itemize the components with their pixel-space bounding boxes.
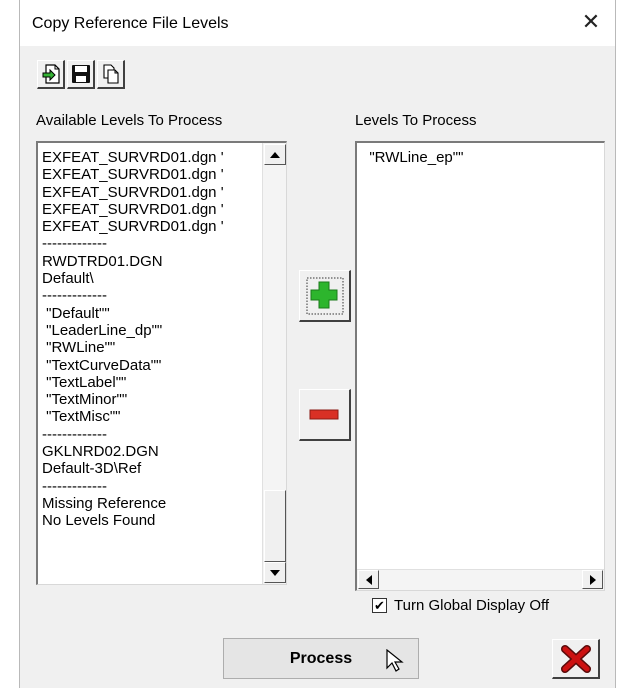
dialog-window: Copy Reference File Levels ✕ Available L…	[19, 0, 616, 688]
list-item[interactable]: "LeaderLine_dp""	[42, 322, 260, 339]
horizontal-scrollbar[interactable]	[357, 569, 604, 590]
mouse-cursor-icon	[386, 649, 404, 672]
list-item[interactable]: "RWLine""	[42, 339, 260, 356]
arrow-right-icon	[589, 574, 596, 585]
list-item[interactable]: "TextMinor""	[42, 391, 260, 408]
list-item[interactable]: RWDTRD01.DGN	[42, 253, 260, 270]
levels-to-process-list: "RWLine_ep""	[361, 149, 600, 166]
list-item[interactable]: -------------	[42, 478, 260, 495]
list-item[interactable]: -------------	[42, 235, 260, 252]
add-level-button[interactable]	[299, 270, 351, 322]
import-arrow-icon	[42, 64, 60, 84]
process-button[interactable]: Process	[223, 638, 419, 679]
list-item[interactable]: "Default""	[42, 305, 260, 322]
list-item[interactable]: EXFEAT_SURVRD01.dgn '	[42, 201, 260, 218]
arrow-down-icon	[270, 569, 280, 576]
list-item[interactable]: "RWLine_ep""	[361, 149, 600, 166]
list-item[interactable]: GKLNRD02.DGN	[42, 443, 260, 460]
list-item[interactable]: "TextLabel""	[42, 374, 260, 391]
title-bar: Copy Reference File Levels ✕	[20, 0, 615, 46]
remove-level-button[interactable]	[299, 389, 351, 441]
vertical-scrollbar[interactable]	[262, 143, 286, 584]
list-item[interactable]: EXFEAT_SURVRD01.dgn '	[42, 218, 260, 235]
scroll-up-button[interactable]	[264, 144, 286, 165]
list-item[interactable]: -------------	[42, 426, 260, 443]
levels-to-process-listbox[interactable]: "RWLine_ep""	[355, 141, 605, 591]
list-item[interactable]: EXFEAT_SURVRD01.dgn '	[42, 149, 260, 166]
list-item[interactable]: EXFEAT_SURVRD01.dgn '	[42, 184, 260, 201]
scroll-down-button[interactable]	[264, 562, 286, 583]
available-levels-label: Available Levels To Process	[36, 112, 223, 129]
scroll-right-button[interactable]	[582, 570, 603, 589]
scroll-left-button[interactable]	[358, 570, 379, 589]
list-item[interactable]: "TextMisc""	[42, 408, 260, 425]
arrow-left-icon	[365, 574, 372, 585]
import-button[interactable]	[37, 60, 65, 89]
list-item[interactable]: No Levels Found	[42, 512, 260, 529]
list-item[interactable]: Default-3D\Ref	[42, 460, 260, 477]
process-button-label: Process	[289, 650, 353, 667]
plus-icon	[306, 277, 344, 315]
scroll-thumb[interactable]	[264, 490, 286, 562]
copy-document-icon	[103, 64, 119, 84]
window-title: Copy Reference File Levels	[32, 15, 229, 32]
save-floppy-icon	[72, 65, 90, 83]
levels-to-process-label: Levels To Process	[355, 112, 477, 129]
available-levels-listbox[interactable]: EXFEAT_SURVRD01.dgn ' EXFEAT_SURVRD01.dgn…	[36, 141, 287, 585]
list-item[interactable]: EXFEAT_SURVRD01.dgn '	[42, 166, 260, 183]
red-x-icon	[561, 645, 591, 673]
minus-icon	[309, 409, 339, 420]
arrow-up-icon	[270, 151, 280, 158]
close-icon[interactable]: ✕	[579, 9, 603, 35]
list-item[interactable]: -------------	[42, 287, 260, 304]
list-item[interactable]: Missing Reference	[42, 495, 260, 512]
list-item[interactable]: "TextCurveData""	[42, 357, 260, 374]
available-levels-list: EXFEAT_SURVRD01.dgn ' EXFEAT_SURVRD01.dgn…	[42, 149, 260, 530]
copy-button[interactable]	[97, 60, 125, 89]
cancel-button[interactable]	[552, 639, 600, 679]
list-item[interactable]: Default\	[42, 270, 260, 287]
global-display-label: Turn Global Display Off	[394, 597, 550, 614]
global-display-checkbox[interactable]: ✔	[372, 598, 387, 613]
save-button[interactable]	[67, 60, 95, 89]
